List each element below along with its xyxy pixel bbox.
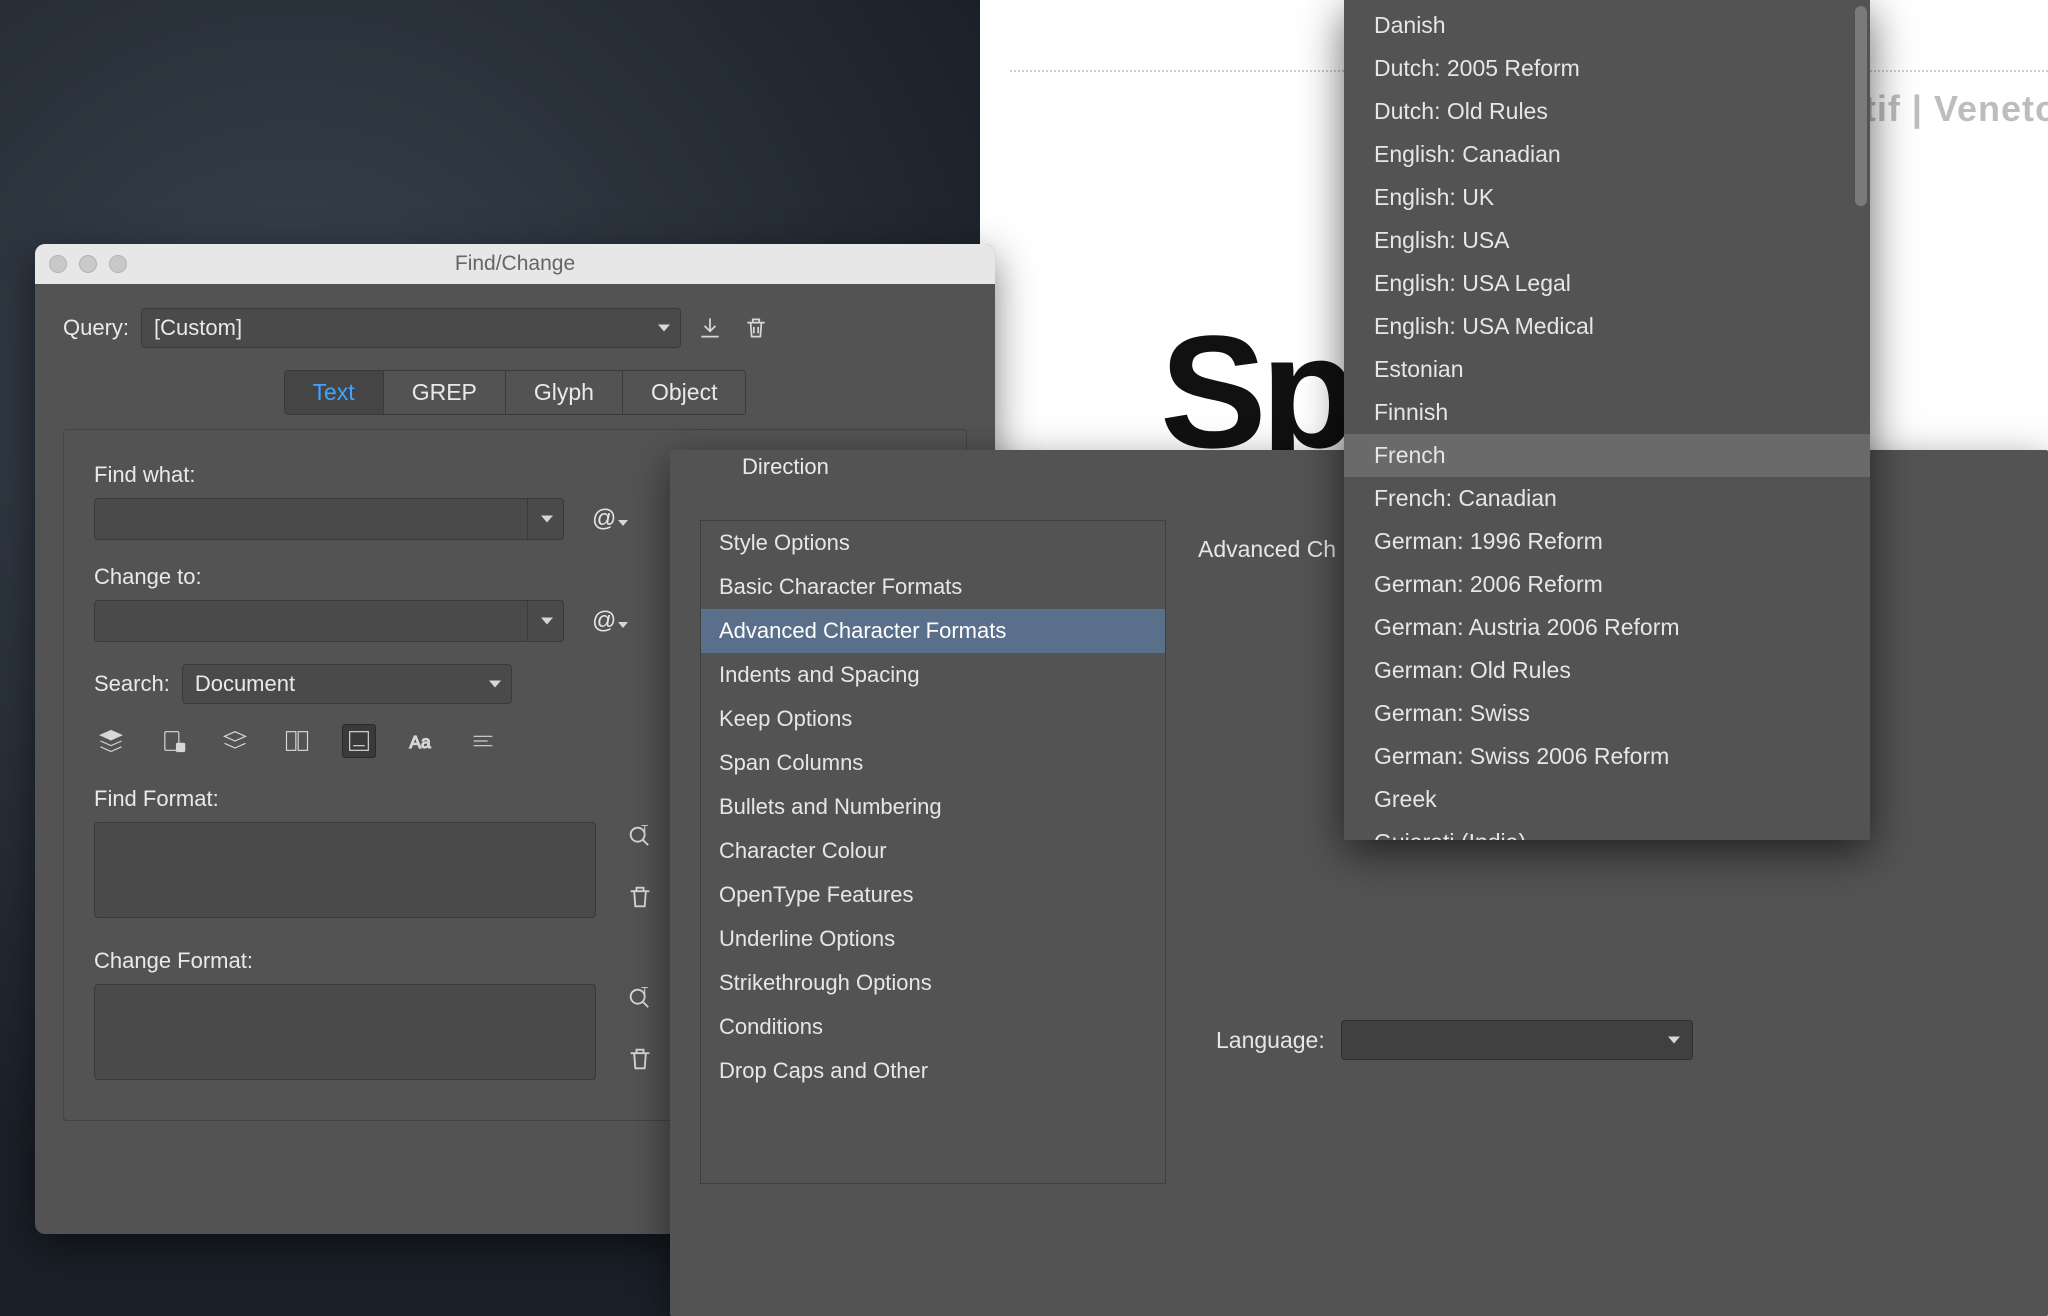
include-locked-layers-icon[interactable] [94, 724, 128, 758]
svg-text:T: T [641, 824, 648, 837]
tab-text[interactable]: Text [285, 371, 384, 414]
format-category-item[interactable]: Advanced Character Formats [701, 609, 1165, 653]
query-select[interactable]: [Custom] [141, 308, 681, 348]
change-to-special-button[interactable]: @ [592, 607, 628, 635]
language-option[interactable]: Dutch: 2005 Reform [1344, 47, 1870, 90]
include-hidden-layers-icon[interactable] [218, 724, 252, 758]
language-option[interactable]: English: USA [1344, 219, 1870, 262]
language-option[interactable]: German: Old Rules [1344, 649, 1870, 692]
format-category-item[interactable]: Keep Options [701, 697, 1165, 741]
find-what-history-button[interactable] [527, 499, 563, 539]
language-option[interactable]: German: Austria 2006 Reform [1344, 606, 1870, 649]
specify-find-format-button[interactable]: T [626, 823, 654, 857]
format-category-list[interactable]: Style OptionsBasic Character FormatsAdva… [700, 520, 1166, 1184]
language-option[interactable]: German: Swiss 2006 Reform [1344, 735, 1870, 778]
window-titlebar[interactable]: Find/Change [35, 244, 995, 284]
format-category-item[interactable]: Bullets and Numbering [701, 785, 1165, 829]
tab-object[interactable]: Object [623, 371, 745, 414]
delete-query-button[interactable] [739, 311, 773, 345]
language-option[interactable]: French: Canadian [1344, 477, 1870, 520]
format-category-item[interactable]: Underline Options [701, 917, 1165, 961]
search-scope-select[interactable]: Document [182, 664, 512, 704]
language-option[interactable]: English: UK [1344, 176, 1870, 219]
language-select[interactable] [1341, 1020, 1693, 1060]
format-category-item[interactable]: Drop Caps and Other [701, 1049, 1165, 1093]
case-sensitive-icon[interactable]: Aa [404, 724, 438, 758]
whole-word-icon[interactable] [466, 724, 500, 758]
language-option[interactable]: Danish [1344, 4, 1870, 47]
language-option[interactable]: English: USA Medical [1344, 305, 1870, 348]
find-what-special-button[interactable]: @ [592, 505, 628, 533]
scrollbar-thumb[interactable] [1855, 6, 1867, 206]
search-scope-value: Document [195, 671, 295, 697]
format-category-item[interactable]: OpenType Features [701, 873, 1165, 917]
include-footnotes-icon[interactable] [342, 724, 376, 758]
search-label: Search: [94, 671, 170, 697]
clear-find-format-button[interactable] [626, 883, 654, 917]
format-category-item[interactable]: Basic Character Formats [701, 565, 1165, 609]
chevron-down-icon [489, 681, 501, 688]
format-category-item[interactable]: Span Columns [701, 741, 1165, 785]
format-category-item[interactable]: Style Options [701, 521, 1165, 565]
format-panel-title: Advanced Ch [1198, 536, 1336, 563]
chevron-down-icon [541, 516, 553, 523]
format-category-item[interactable]: Conditions [701, 1005, 1165, 1049]
language-option[interactable]: German: 2006 Reform [1344, 563, 1870, 606]
chevron-down-icon [618, 622, 628, 628]
format-category-item[interactable]: Strikethrough Options [701, 961, 1165, 1005]
language-option[interactable]: German: 1996 Reform [1344, 520, 1870, 563]
save-query-button[interactable] [693, 311, 727, 345]
chevron-down-icon [1668, 1037, 1680, 1044]
query-select-value: [Custom] [154, 315, 242, 341]
format-category-item[interactable]: Indents and Spacing [701, 653, 1165, 697]
language-option[interactable]: Gujarati (India) [1344, 821, 1870, 840]
language-option[interactable]: Dutch: Old Rules [1344, 90, 1870, 133]
chevron-down-icon [618, 520, 628, 526]
direction-heading-peek: Direction [742, 454, 829, 480]
language-option[interactable]: Greek [1344, 778, 1870, 821]
scrollbar[interactable] [1852, 6, 1870, 834]
window-title: Find/Change [35, 252, 995, 276]
svg-text:Aa: Aa [409, 732, 431, 752]
language-label: Language: [1216, 1027, 1325, 1054]
include-master-pages-icon[interactable] [280, 724, 314, 758]
query-label: Query: [63, 315, 129, 341]
find-what-input[interactable] [94, 498, 564, 540]
include-locked-stories-icon[interactable] [156, 724, 190, 758]
find-change-tabs: Text GREP Glyph Object [284, 370, 747, 415]
clear-change-format-button[interactable] [626, 1045, 654, 1079]
chevron-down-icon [658, 325, 670, 332]
language-option[interactable]: English: USA Legal [1344, 262, 1870, 305]
language-dropdown[interactable]: DanishDutch: 2005 ReformDutch: Old Rules… [1344, 0, 1870, 840]
language-option[interactable]: English: Canadian [1344, 133, 1870, 176]
language-option[interactable]: French [1344, 434, 1870, 477]
format-category-item[interactable]: Character Colour [701, 829, 1165, 873]
svg-text:T: T [641, 986, 648, 999]
language-option[interactable]: Finnish [1344, 391, 1870, 434]
change-to-input[interactable] [94, 600, 564, 642]
change-to-history-button[interactable] [527, 601, 563, 641]
language-option[interactable]: German: Swiss [1344, 692, 1870, 735]
tab-grep[interactable]: GREP [384, 371, 506, 414]
chevron-down-icon [541, 618, 553, 625]
specify-change-format-button[interactable]: T [626, 985, 654, 1019]
find-format-box[interactable] [94, 822, 596, 918]
tab-glyph[interactable]: Glyph [506, 371, 623, 414]
language-option[interactable]: Estonian [1344, 348, 1870, 391]
change-format-box[interactable] [94, 984, 596, 1080]
